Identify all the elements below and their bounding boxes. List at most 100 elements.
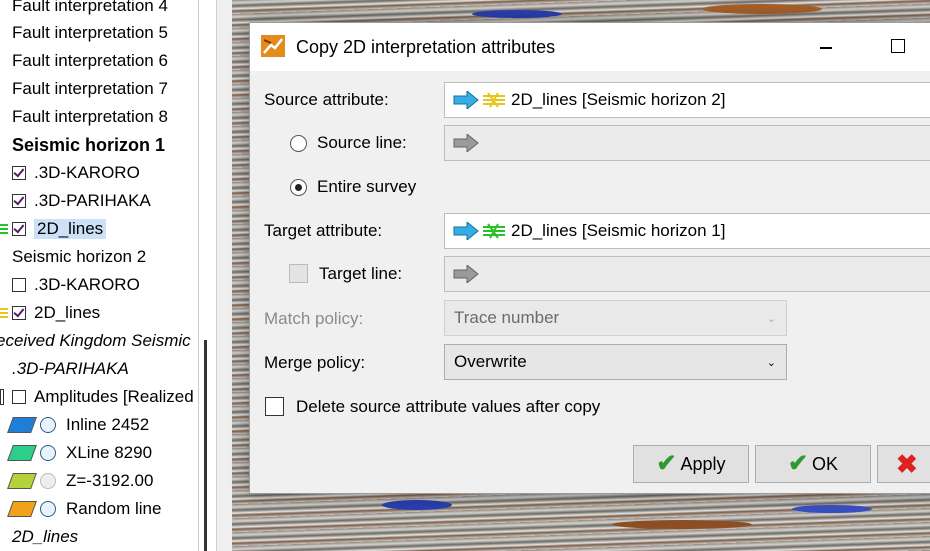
tree-item[interactable]: Inline 2452: [7, 411, 150, 439]
tree-item-label: Amplitudes [Realized: [34, 387, 194, 406]
tree-item[interactable]: .3D-KARORO: [12, 159, 140, 187]
scrollbar-thumb[interactable]: [204, 340, 207, 551]
delete-source-label[interactable]: Delete source attribute values after cop…: [296, 397, 600, 417]
tree-item-label: 2D_lines: [12, 527, 79, 546]
tree-item[interactable]: Fault interpretation 8: [12, 103, 168, 131]
ok-label: OK: [812, 453, 839, 474]
close-icon: ✖: [896, 449, 918, 479]
cancel-button[interactable]: ✖: [877, 445, 930, 483]
source-attribute-label: Source attribute:: [264, 90, 389, 109]
tree-item[interactable]: .3D-PARIHAKA: [12, 187, 151, 215]
tree-radio[interactable]: [40, 417, 56, 433]
inline-plane-icon: [7, 417, 37, 433]
tree-item[interactable]: .3D-KARORO: [12, 271, 140, 299]
tree-item-label: Fault interpretation 7: [12, 79, 168, 98]
minimize-button[interactable]: [800, 23, 850, 71]
tree-item[interactable]: 2D_lines: [12, 523, 78, 551]
merge-policy-select[interactable]: Overwrite ⌄: [444, 344, 787, 380]
match-policy-value: Trace number: [454, 308, 560, 327]
tree-item-label: .3D-PARIHAKA: [12, 359, 129, 378]
arrow-right-icon: [453, 265, 479, 283]
xline-plane-icon: [7, 445, 37, 461]
tree-item-label: Fault interpretation 6: [12, 51, 168, 70]
check-icon: ✔: [787, 450, 809, 477]
ok-button[interactable]: ✔ OK: [755, 445, 871, 483]
tree-item-label: 2D_lines: [34, 219, 107, 239]
delete-source-checkbox[interactable]: [265, 397, 284, 416]
seismic-amplitude-blob: [612, 520, 752, 529]
tree-checkbox[interactable]: [12, 278, 26, 292]
tree-item-label: Fault interpretation 4: [12, 0, 168, 15]
maximize-button[interactable]: [875, 23, 925, 71]
entire-survey-radio[interactable]: [290, 179, 307, 196]
dialog-title: Copy 2D interpretation attributes: [296, 37, 556, 57]
arrow-right-icon: [453, 134, 479, 152]
tree-radio[interactable]: [40, 501, 56, 517]
tree-item[interactable]: Z=-3192.00: [7, 467, 154, 495]
tree-radio[interactable]: [40, 473, 56, 489]
tree-checkbox[interactable]: [12, 390, 26, 404]
seismic-amplitude-blob: [702, 4, 822, 14]
random-line-icon: [7, 501, 37, 517]
tree-item-label: Seismic horizon 1: [12, 134, 166, 155]
tree-item[interactable]: Amplitudes [Realized: [0, 383, 194, 411]
tree-checkbox[interactable]: [12, 166, 26, 180]
target-line-checkbox[interactable]: [289, 264, 308, 283]
z-plane-icon: [7, 473, 37, 489]
match-policy-label: Match policy:: [264, 309, 364, 328]
tree-item-label: .3D-PARIHAKA: [34, 191, 151, 210]
source-line-radio[interactable]: [290, 135, 307, 152]
tree-item-label: 2D_lines: [34, 303, 101, 322]
dialog-titlebar[interactable]: Copy 2D interpretation attributes: [250, 23, 930, 71]
match-policy-select[interactable]: Trace number ⌄: [444, 300, 787, 336]
target-line-field[interactable]: [444, 256, 930, 292]
tree-item[interactable]: Fault interpretation 5: [12, 19, 168, 47]
tree-checkbox[interactable]: [12, 222, 26, 236]
copy-attributes-dialog: Copy 2D interpretation attributes Source…: [249, 22, 930, 494]
tree-item-label: .3D-KARORO: [34, 275, 140, 294]
tree-item-label: Z=-3192.00: [66, 471, 154, 490]
horizon-icon: [0, 224, 8, 234]
apply-button[interactable]: ✔ Apply: [633, 445, 749, 483]
tree-item-seismic-horizon-1[interactable]: Seismic horizon 1: [12, 131, 165, 159]
chevron-down-icon: ⌄: [766, 357, 776, 369]
source-attribute-value: 2D_lines [Seismic horizon 2]: [511, 90, 726, 109]
tree-item-selected[interactable]: 2D_lines: [0, 215, 107, 243]
project-tree: Fault interpretation 4 Fault interpretat…: [0, 0, 198, 551]
target-attribute-label: Target attribute:: [264, 221, 383, 240]
tree-radio[interactable]: [40, 445, 56, 461]
tree-item-label: Random line: [66, 499, 162, 518]
tree-item[interactable]: Seismic horizon 2: [12, 243, 146, 271]
seismic-amplitude-blob: [382, 500, 452, 510]
tree-item[interactable]: Fault interpretation 6: [12, 47, 168, 75]
source-line-label[interactable]: Source line:: [317, 133, 407, 153]
source-attribute-field[interactable]: 2D_lines [Seismic horizon 2]: [444, 82, 930, 118]
expander-icon[interactable]: [0, 389, 4, 405]
target-attribute-field[interactable]: 2D_lines [Seismic horizon 1]: [444, 213, 930, 249]
tree-item[interactable]: .3D-PARIHAKA: [12, 355, 129, 383]
entire-survey-label[interactable]: Entire survey: [317, 177, 416, 197]
tree-item-label: .3D-KARORO: [34, 163, 140, 182]
apply-label: Apply: [680, 453, 726, 474]
tree-item[interactable]: XLine 8290: [7, 439, 153, 467]
horizon-icon: [483, 92, 505, 108]
tree-item-label: XLine 8290: [66, 443, 153, 462]
tree-item[interactable]: Fault interpretation 4: [12, 0, 168, 20]
tree-item[interactable]: 2D_lines: [0, 299, 100, 327]
seismic-amplitude-blob: [472, 10, 562, 18]
target-line-label[interactable]: Target line:: [319, 264, 402, 284]
tree-item-label: Fault interpretation 8: [12, 107, 168, 126]
tree-item[interactable]: Fault interpretation 7: [12, 75, 168, 103]
tree-item-label: Inline 2452: [66, 415, 150, 434]
tree-checkbox[interactable]: [12, 194, 26, 208]
check-icon: ✔: [656, 450, 677, 477]
tree-item-label: Seismic horizon 2: [12, 247, 147, 266]
seismic-amplitude-blob: [792, 505, 872, 513]
tree-item[interactable]: eceived Kingdom Seismic: [0, 327, 191, 355]
horizon-icon: [0, 308, 8, 318]
tree-checkbox[interactable]: [12, 306, 26, 320]
arrow-right-icon: [453, 91, 479, 109]
chevron-down-icon: ⌄: [766, 313, 776, 325]
tree-item[interactable]: Random line: [7, 495, 162, 523]
source-line-field[interactable]: [444, 125, 930, 161]
